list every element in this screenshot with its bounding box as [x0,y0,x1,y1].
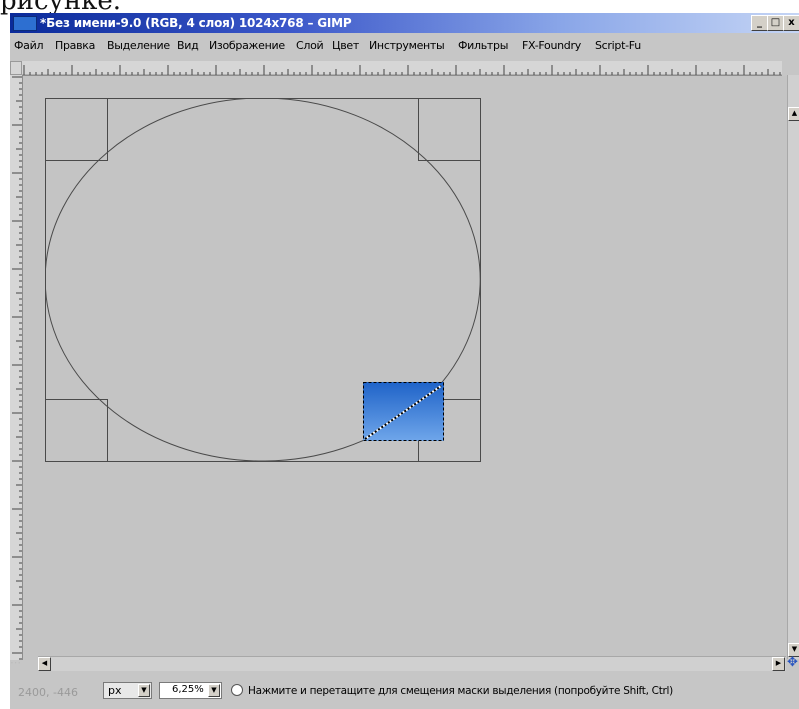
title-bar[interactable]: *Без имени-9.0 (RGB, 4 слоя) 1024x768 – … [10,13,799,33]
menu-tools[interactable]: Инструменты [369,39,445,52]
menu-view[interactable]: Вид [177,39,199,52]
dropdown-arrow-icon[interactable]: ▼ [138,684,150,697]
horizontal-scrollbar[interactable]: ◀ ▶ [38,656,786,671]
zoom-value: 6,25% [172,684,204,695]
gradient-selection [363,382,444,441]
menu-edit[interactable]: Правка [55,39,95,52]
pointer-icon [231,684,243,696]
image-canvas[interactable] [23,76,789,660]
menu-select[interactable]: Выделение [107,39,170,52]
window-title: *Без имени-9.0 (RGB, 4 слоя) 1024x768 – … [40,16,352,30]
menu-image[interactable]: Изображение [209,39,285,52]
dropdown-arrow-icon[interactable]: ▼ [208,684,220,697]
menu-colors[interactable]: Цвет [332,39,359,52]
vertical-ruler-ticks [12,76,22,660]
gimp-window: *Без имени-9.0 (RGB, 4 слоя) 1024x768 – … [10,13,799,709]
menu-file[interactable]: Файл [14,39,44,52]
zoom-select[interactable]: 6,25% ▼ [159,682,222,699]
navigate-icon[interactable]: ✥ [786,656,799,670]
horizontal-ruler-ticks [22,65,782,75]
scroll-right-arrow-icon[interactable]: ▶ [772,657,785,671]
canvas-drawing [45,98,481,462]
unit-select[interactable]: px ▼ [103,682,152,699]
menu-script-fu[interactable]: Script-Fu [595,39,641,52]
menu-fx-foundry[interactable]: FX-Foundry [522,39,581,52]
menu-layer[interactable]: Слой [296,39,324,52]
unit-value: px [108,684,122,697]
close-icon[interactable]: x [783,15,799,31]
status-bar: 2400, -446 px ▼ 6,25% ▼ Нажмите и перета… [10,673,799,709]
minimize-icon[interactable]: _ [751,15,768,31]
vertical-scrollbar[interactable]: ▲ ▼ [787,75,799,659]
pointer-coordinates: 2400, -446 [18,686,78,699]
scroll-left-arrow-icon[interactable]: ◀ [38,657,51,671]
app-icon [13,16,37,31]
menu-filters[interactable]: Фильтры [458,39,508,52]
menu-bar: Файл Правка Выделение Вид Изображение Сл… [10,33,799,57]
vertical-ruler[interactable] [10,75,23,660]
scroll-up-arrow-icon[interactable]: ▲ [788,107,799,121]
status-message: Нажмите и перетащите для смещения маски … [248,685,673,697]
horizontal-ruler[interactable] [22,61,782,76]
quick-mask-icon[interactable]: ⋯ [10,656,36,670]
maximize-icon[interactable]: □ [767,15,784,31]
ruler-corner-button[interactable] [10,61,22,75]
